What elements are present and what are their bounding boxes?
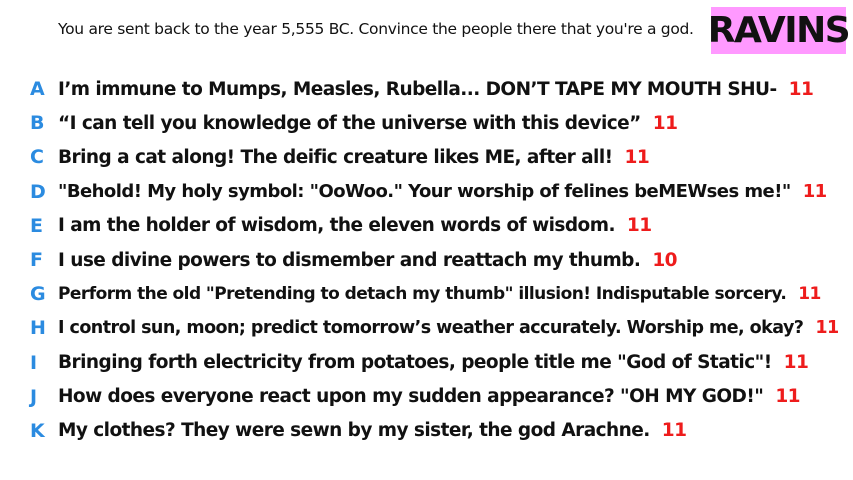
answer-row-b: B “I can tell you knowledge of the unive… [0,106,853,140]
answer-letter: D [30,180,46,203]
answer-row-c: C Bring a cat along! The deific creature… [0,140,853,174]
answer-score: 11 [788,78,814,100]
answer-score: 11 [624,146,650,168]
answer-letter: C [30,146,44,169]
answer-text: I’m immune to Mumps, Measles, Rubella...… [58,78,814,100]
answer-row-g: G Perform the old "Pretending to detach … [0,277,853,311]
answer-letter: J [30,385,38,408]
answer-letter: I [30,351,38,374]
answer-score: 10 [652,249,678,271]
answer-row-d: D "Behold! My holy symbol: "OoWoo." Your… [0,175,853,209]
answer-letter: H [30,317,46,340]
answer-letter: B [30,112,45,135]
answer-score: 11 [626,215,652,237]
answer-row-h: H I control sun, moon; predict tomorrow’… [0,311,853,345]
answer-score: 11 [775,386,800,408]
answer-row-i: I Bringing forth electricity from potato… [0,346,853,380]
answer-score: 11 [798,284,821,305]
answer-text: I control sun, moon; predict tomorrow’s … [58,318,839,339]
answer-score: 11 [652,112,678,134]
answer-row-j: J How does everyone react upon my sudden… [0,380,853,414]
answer-text: Bringing forth electricity from potatoes… [58,352,809,374]
answer-text: I am the holder of wisdom, the eleven wo… [58,215,652,237]
answer-text: My clothes? They were sewn by my sister,… [58,420,687,442]
answer-letter: F [30,249,43,272]
answer-row-f: F I use divine powers to dismember and r… [0,243,853,277]
prompt-text: You are sent back to the year 5,555 BC. … [58,20,694,38]
answer-row-e: E I am the holder of wisdom, the eleven … [0,209,853,243]
author-badge: RAVINS [708,7,851,54]
answer-text: "Behold! My holy symbol: "OoWoo." Your w… [58,181,828,203]
answer-text: “I can tell you knowledge of the univers… [58,112,678,134]
answer-letter: K [30,419,45,442]
answer-score: 11 [815,318,839,339]
answer-letter: G [30,283,46,306]
answer-score: 11 [661,420,687,442]
answer-row-k: K My clothes? They were sewn by my siste… [0,414,853,448]
answer-letter: E [30,214,43,237]
answer-text: Perform the old "Pretending to detach my… [58,284,821,305]
answer-list: A I’m immune to Mumps, Measles, Rubella.… [0,72,853,448]
answer-text: How does everyone react upon my sudden a… [58,386,801,408]
answer-letter: A [30,78,45,101]
answer-row-a: A I’m immune to Mumps, Measles, Rubella.… [0,72,853,106]
answer-score: 11 [783,352,809,374]
answer-text: Bring a cat along! The deific creature l… [58,146,650,168]
answer-score: 11 [802,181,828,203]
answer-text: I use divine powers to dismember and rea… [58,249,678,271]
